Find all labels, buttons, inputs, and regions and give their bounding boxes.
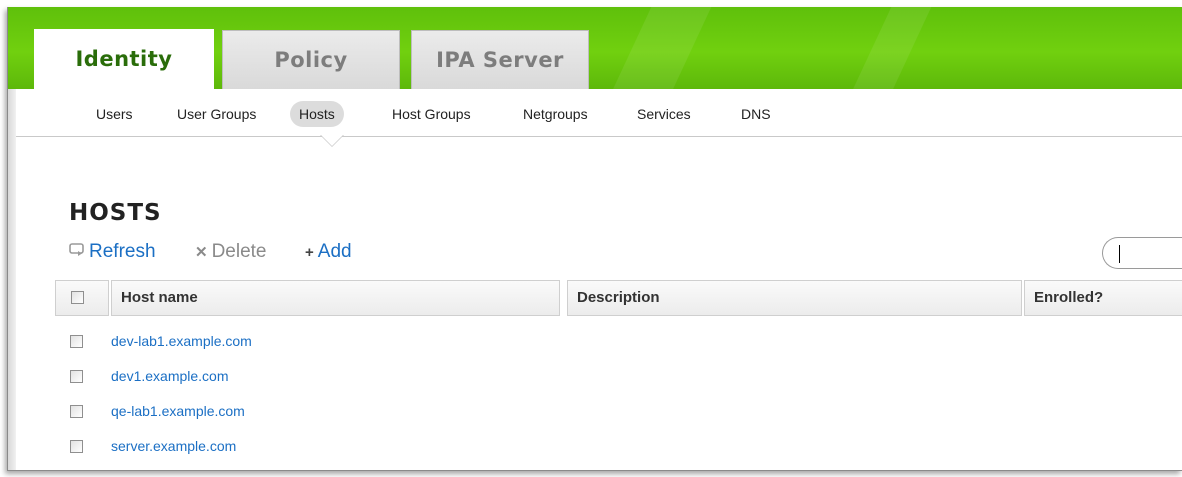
host-link[interactable]: dev1.example.com	[111, 368, 229, 384]
sub-navigation: Users User Groups Hosts Host Groups Netg…	[16, 89, 1182, 137]
header-decoration	[595, 7, 721, 89]
delete-label: Delete	[211, 241, 267, 262]
add-label: Add	[317, 241, 352, 262]
tab-identity[interactable]: Identity	[34, 29, 214, 89]
table-row: dev1.example.com	[55, 360, 1182, 395]
subnav-users[interactable]: Users	[87, 101, 142, 127]
subnav-host-groups[interactable]: Host Groups	[383, 101, 480, 127]
refresh-icon	[69, 241, 85, 265]
plus-icon: +	[305, 244, 314, 261]
row-checkbox[interactable]	[70, 370, 83, 383]
subnav-netgroups[interactable]: Netgroups	[514, 101, 597, 127]
host-link[interactable]: dev-lab1.example.com	[111, 333, 252, 349]
column-host-name[interactable]: Host name	[111, 280, 560, 316]
table-row: dev-lab1.example.com	[55, 325, 1182, 360]
tab-policy[interactable]: Policy	[222, 30, 400, 89]
row-checkbox[interactable]	[70, 335, 83, 348]
left-rail	[8, 89, 16, 470]
tab-ipa-server[interactable]: IPA Server	[411, 30, 589, 89]
subnav-dns[interactable]: DNS	[732, 101, 780, 127]
column-description[interactable]: Description	[567, 280, 1022, 316]
table-row: server.example.com	[55, 430, 1182, 465]
row-checkbox[interactable]	[70, 405, 83, 418]
select-all-checkbox[interactable]	[71, 291, 84, 304]
subnav-pointer-fill	[321, 135, 343, 146]
refresh-button[interactable]: Refresh	[69, 240, 156, 264]
add-button[interactable]: + Add	[305, 240, 352, 264]
top-header: Identity Policy IPA Server	[8, 7, 1182, 89]
row-checkbox[interactable]	[70, 440, 83, 453]
column-enrolled[interactable]: Enrolled?	[1024, 280, 1182, 316]
host-link[interactable]: server.example.com	[111, 438, 236, 454]
host-link[interactable]: qe-lab1.example.com	[111, 403, 245, 419]
subnav-services[interactable]: Services	[628, 101, 700, 127]
header-decoration	[835, 7, 941, 89]
refresh-label: Refresh	[89, 241, 156, 262]
subnav-user-groups[interactable]: User Groups	[168, 101, 265, 127]
select-all-header	[55, 280, 109, 316]
search-input[interactable]	[1102, 237, 1182, 269]
text-cursor	[1119, 245, 1120, 263]
app-window: Identity Policy IPA Server Users User Gr…	[7, 7, 1182, 471]
page-title: HOSTS	[69, 200, 162, 226]
subnav-hosts[interactable]: Hosts	[290, 101, 344, 127]
table-row: qe-lab1.example.com	[55, 395, 1182, 430]
table-header: Host name Description Enrolled?	[55, 280, 1182, 316]
x-icon: ✕	[195, 244, 208, 261]
delete-button[interactable]: ✕ Delete	[195, 240, 267, 264]
